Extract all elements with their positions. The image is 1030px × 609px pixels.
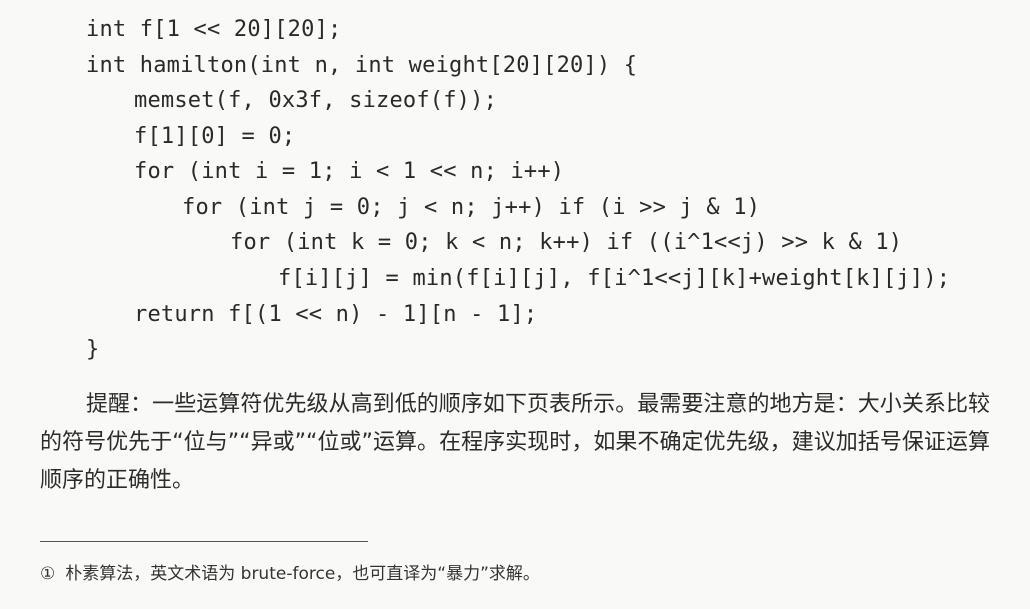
reminder-paragraph: 提醒：一些运算符优先级从高到低的顺序如下页表所示。最需要注意的地方是：大小关系比… xyxy=(40,392,990,493)
code-line-loop-k: for (int k = 0; k < n; k++) if ((i^1<<j)… xyxy=(230,230,903,255)
code-line-loop-i: for (int i = 1; i < 1 << n; i++) xyxy=(134,159,565,184)
footnote-text: 朴素算法，英文术语为 brute-force，也可直译为“暴力”求解。 xyxy=(65,564,540,584)
code-line-init: f[1][0] = 0; xyxy=(134,124,296,149)
code-line-closing-brace: } xyxy=(86,337,100,362)
code-line-array-decl: int f[1 << 20][20]; xyxy=(86,17,342,42)
footnote-divider xyxy=(40,541,368,542)
footnote-marker: ① xyxy=(40,564,56,584)
code-line-update: f[i][j] = min(f[i][j], f[i^1<<j][k]+weig… xyxy=(278,266,951,291)
code-line-loop-j: for (int j = 0; j < n; j++) if (i >> j &… xyxy=(182,195,761,220)
code-line-memset: memset(f, 0x3f, sizeof(f)); xyxy=(134,88,498,113)
code-line-function-signature: int hamilton(int n, int weight[20][20]) … xyxy=(86,53,638,78)
footnote: ① 朴素算法，英文术语为 brute-force，也可直译为“暴力”求解。 xyxy=(40,560,540,588)
code-line-return: return f[(1 << n) - 1][n - 1]; xyxy=(134,302,538,327)
